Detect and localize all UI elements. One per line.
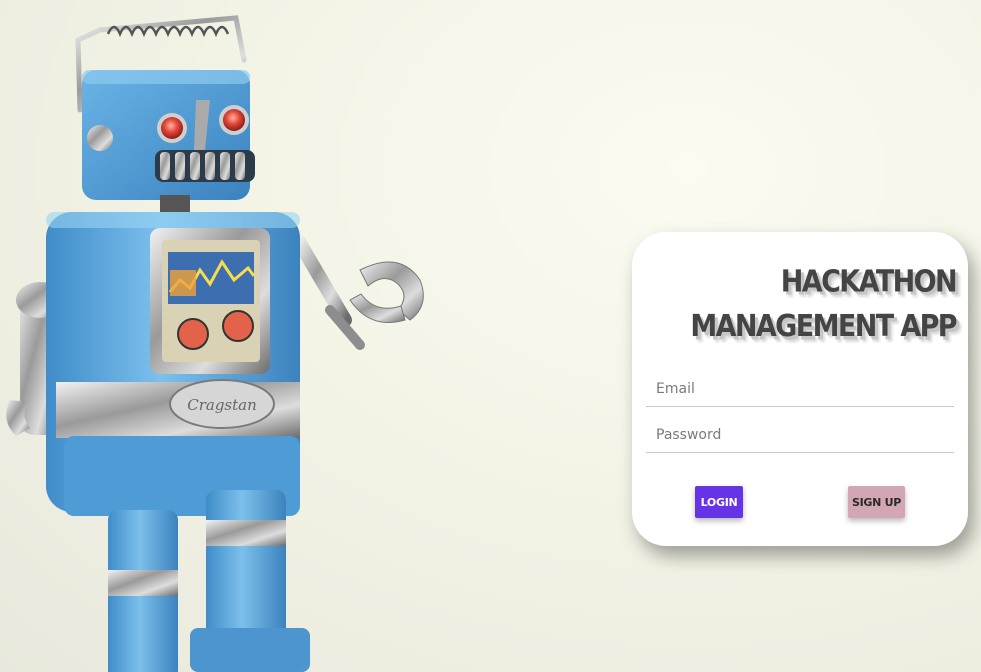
email-input[interactable] <box>646 371 954 406</box>
robot-illustration: Cragstan <box>0 0 460 672</box>
robot-plate-text: Cragstan <box>187 396 257 414</box>
password-field-wrapper <box>646 417 954 453</box>
signup-button[interactable]: SIGN UP <box>848 486 905 518</box>
email-field-wrapper <box>646 371 954 407</box>
login-card: HACKATHON MANAGEMENT APP LOGIN SIGN UP <box>632 232 968 546</box>
login-button[interactable]: LOGIN <box>695 486 743 518</box>
app-title: HACKATHON MANAGEMENT APP <box>690 264 957 344</box>
password-input[interactable] <box>646 417 954 452</box>
